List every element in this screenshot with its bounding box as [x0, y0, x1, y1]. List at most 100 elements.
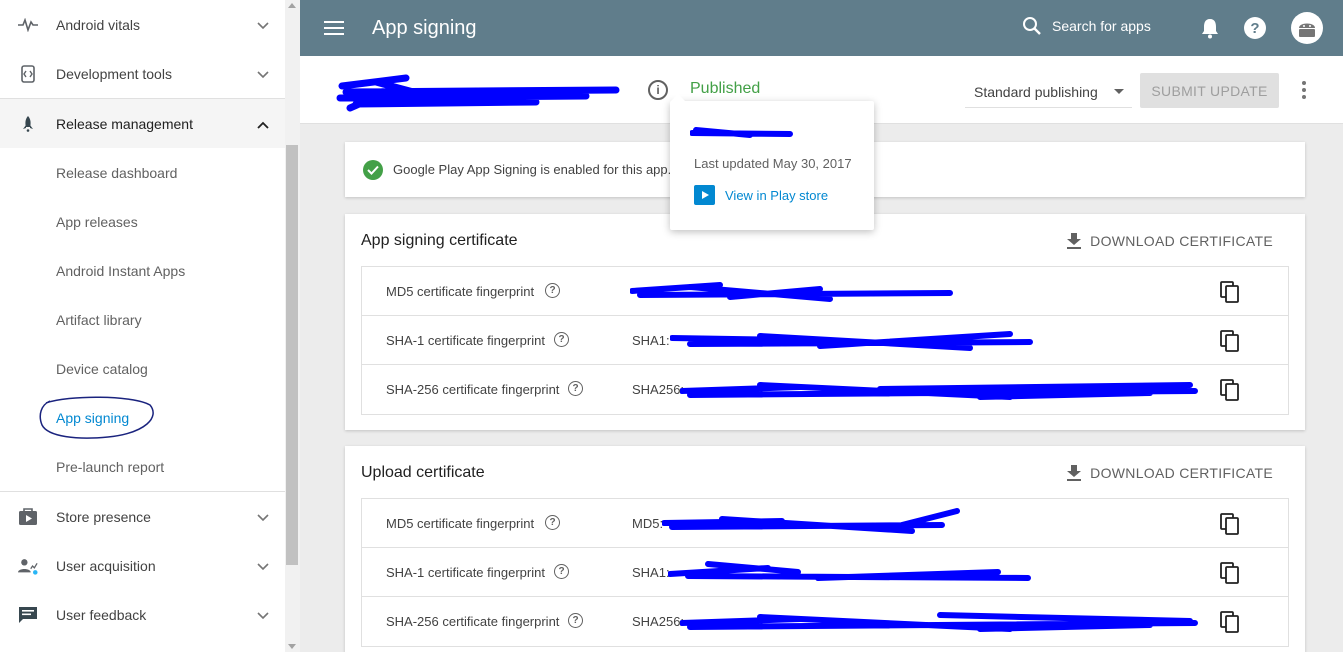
upload-certificate-card: Upload certificate DOWNLOAD CERTIFICATE … [345, 446, 1305, 652]
fingerprint-table: MD5 certificate fingerprint ? SHA-1 cert… [361, 266, 1289, 415]
chevron-down-icon [257, 509, 269, 525]
table-row: SHA-1 certificate fingerprint ? SHA1: [362, 316, 1288, 365]
row-label: SHA-1 certificate fingerprint [386, 333, 545, 348]
help-circle-icon[interactable]: ? [568, 381, 583, 396]
download-icon [1067, 233, 1082, 249]
download-certificate-button[interactable]: DOWNLOAD CERTIFICATE [1066, 232, 1273, 250]
row-label: MD5 certificate fingerprint [386, 516, 535, 531]
scroll-up-arrow-icon[interactable] [288, 3, 296, 8]
help-circle-icon[interactable]: ? [568, 613, 583, 628]
help-icon[interactable]: ? [1244, 17, 1266, 39]
row-label: SHA-256 certificate fingerprint [386, 614, 560, 629]
android-icon [1299, 23, 1315, 37]
copy-icon[interactable] [1220, 562, 1240, 587]
publishing-mode-select[interactable]: Standard publishing [965, 76, 1132, 108]
copy-icon[interactable] [1220, 611, 1240, 636]
search-button[interactable]: Search for apps [1022, 16, 1151, 36]
table-row: SHA-256 certificate fingerprint ? SHA256… [362, 365, 1288, 414]
row-label: MD5 certificate fingerprint [386, 284, 535, 299]
help-circle-icon[interactable]: ? [554, 332, 569, 347]
help-circle-icon[interactable]: ? [545, 515, 560, 530]
hand-drawn-circle [39, 396, 154, 439]
sidebar: Android vitals Development tools Release… [0, 0, 285, 652]
scrollbar-thumb[interactable] [286, 145, 298, 565]
help-circle-icon[interactable]: ? [554, 564, 569, 579]
app-info-popup: Last updated May 30, 2017 View in Play s… [670, 94, 874, 230]
copy-icon[interactable] [1220, 330, 1240, 355]
redacted-fingerprint [668, 561, 1031, 581]
sidebar-item-label: Store presence [56, 508, 151, 525]
menu-icon[interactable] [324, 17, 344, 39]
fingerprint-prefix: SHA256: [632, 614, 685, 629]
redacted-fingerprint [662, 508, 960, 534]
feedback-icon [18, 605, 38, 625]
redacted-fingerprint [670, 331, 1033, 351]
submit-update-button[interactable]: SUBMIT UPDATE [1140, 73, 1279, 108]
search-placeholder: Search for apps [1052, 18, 1151, 34]
sidebar-item-label: User feedback [56, 606, 147, 623]
scroll-down-arrow-icon[interactable] [288, 644, 296, 649]
table-row: SHA-1 certificate fingerprint ? SHA1: [362, 548, 1288, 597]
more-options-icon[interactable] [1302, 81, 1306, 102]
fingerprint-prefix: SHA1: [632, 333, 670, 348]
copy-icon[interactable] [1220, 281, 1240, 306]
sidebar-item-label: Development tools [56, 65, 172, 82]
sidebar-item-store-presence[interactable]: Store presence [0, 492, 285, 541]
table-row: MD5 certificate fingerprint ? MD5: [362, 499, 1288, 548]
chevron-down-icon [257, 17, 269, 33]
sidebar-item-development-tools[interactable]: Development tools [0, 49, 285, 98]
copy-icon[interactable] [1220, 513, 1240, 538]
sidebar-item-label: User acquisition [56, 557, 156, 574]
download-icon [1067, 465, 1082, 481]
chevron-down-icon [257, 558, 269, 574]
sidebar-item-artifact-library[interactable]: Artifact library [0, 295, 285, 344]
notifications-icon[interactable] [1200, 17, 1220, 44]
sidebar-item-app-signing[interactable]: App signing [0, 393, 285, 442]
popup-arrow [670, 94, 686, 102]
fingerprint-prefix: MD5: [632, 516, 664, 531]
user-acquisition-icon [18, 556, 38, 576]
redacted-package-name [690, 127, 793, 138]
sidebar-item-user-acquisition[interactable]: User acquisition [0, 541, 285, 590]
sidebar-item-user-feedback[interactable]: User feedback [0, 590, 285, 639]
sidebar-item-release-dashboard[interactable]: Release dashboard [0, 148, 285, 197]
banner-text: Google Play App Signing is enabled for t… [393, 162, 672, 177]
download-certificate-button[interactable]: DOWNLOAD CERTIFICATE [1066, 464, 1273, 482]
pulse-icon [18, 15, 38, 35]
sidebar-item-release-management[interactable]: Release management [0, 99, 285, 148]
code-icon [18, 64, 38, 84]
check-circle-icon [363, 159, 383, 180]
sidebar-item-device-catalog[interactable]: Device catalog [0, 344, 285, 393]
help-circle-icon[interactable]: ? [545, 283, 560, 298]
sidebar-item-label: Android vitals [56, 16, 141, 33]
last-updated-text: Last updated May 30, 2017 [694, 156, 852, 171]
play-store-icon [694, 185, 715, 205]
sidebar-item-app-releases[interactable]: App releases [0, 197, 285, 246]
row-label: SHA-256 certificate fingerprint [386, 382, 560, 397]
fingerprint-prefix: SHA256: [632, 382, 685, 397]
redacted-fingerprint [680, 612, 1198, 632]
sidebar-item-android-instant-apps[interactable]: Android Instant Apps [0, 246, 285, 295]
redacted-fingerprint [680, 382, 1198, 400]
top-app-bar: App signing Search for apps ? [300, 0, 1343, 56]
sidebar-item-pre-launch-report[interactable]: Pre-launch report [0, 442, 285, 491]
redacted-fingerprint [630, 282, 953, 302]
table-row: SHA-256 certificate fingerprint ? SHA256… [362, 597, 1288, 646]
app-signing-certificate-card: App signing certificate DOWNLOAD CERTIFI… [345, 214, 1305, 430]
info-icon[interactable]: i [648, 80, 668, 100]
chevron-down-icon [257, 66, 269, 82]
rocket-icon [18, 114, 38, 134]
sidebar-item-android-vitals[interactable]: Android vitals [0, 0, 285, 49]
status-badge[interactable]: Published [690, 80, 760, 98]
row-label: SHA-1 certificate fingerprint [386, 565, 545, 580]
avatar[interactable] [1291, 12, 1323, 44]
chevron-down-icon [257, 607, 269, 623]
view-in-play-store-link[interactable]: View in Play store [694, 185, 828, 205]
copy-icon[interactable] [1220, 379, 1240, 404]
redacted-app-name [336, 74, 620, 112]
chevron-up-icon [257, 116, 269, 132]
card-title: Upload certificate [361, 464, 485, 481]
fingerprint-prefix: SHA1: [632, 565, 670, 580]
dropdown-arrow-icon [1114, 89, 1124, 94]
search-icon [1023, 17, 1041, 35]
